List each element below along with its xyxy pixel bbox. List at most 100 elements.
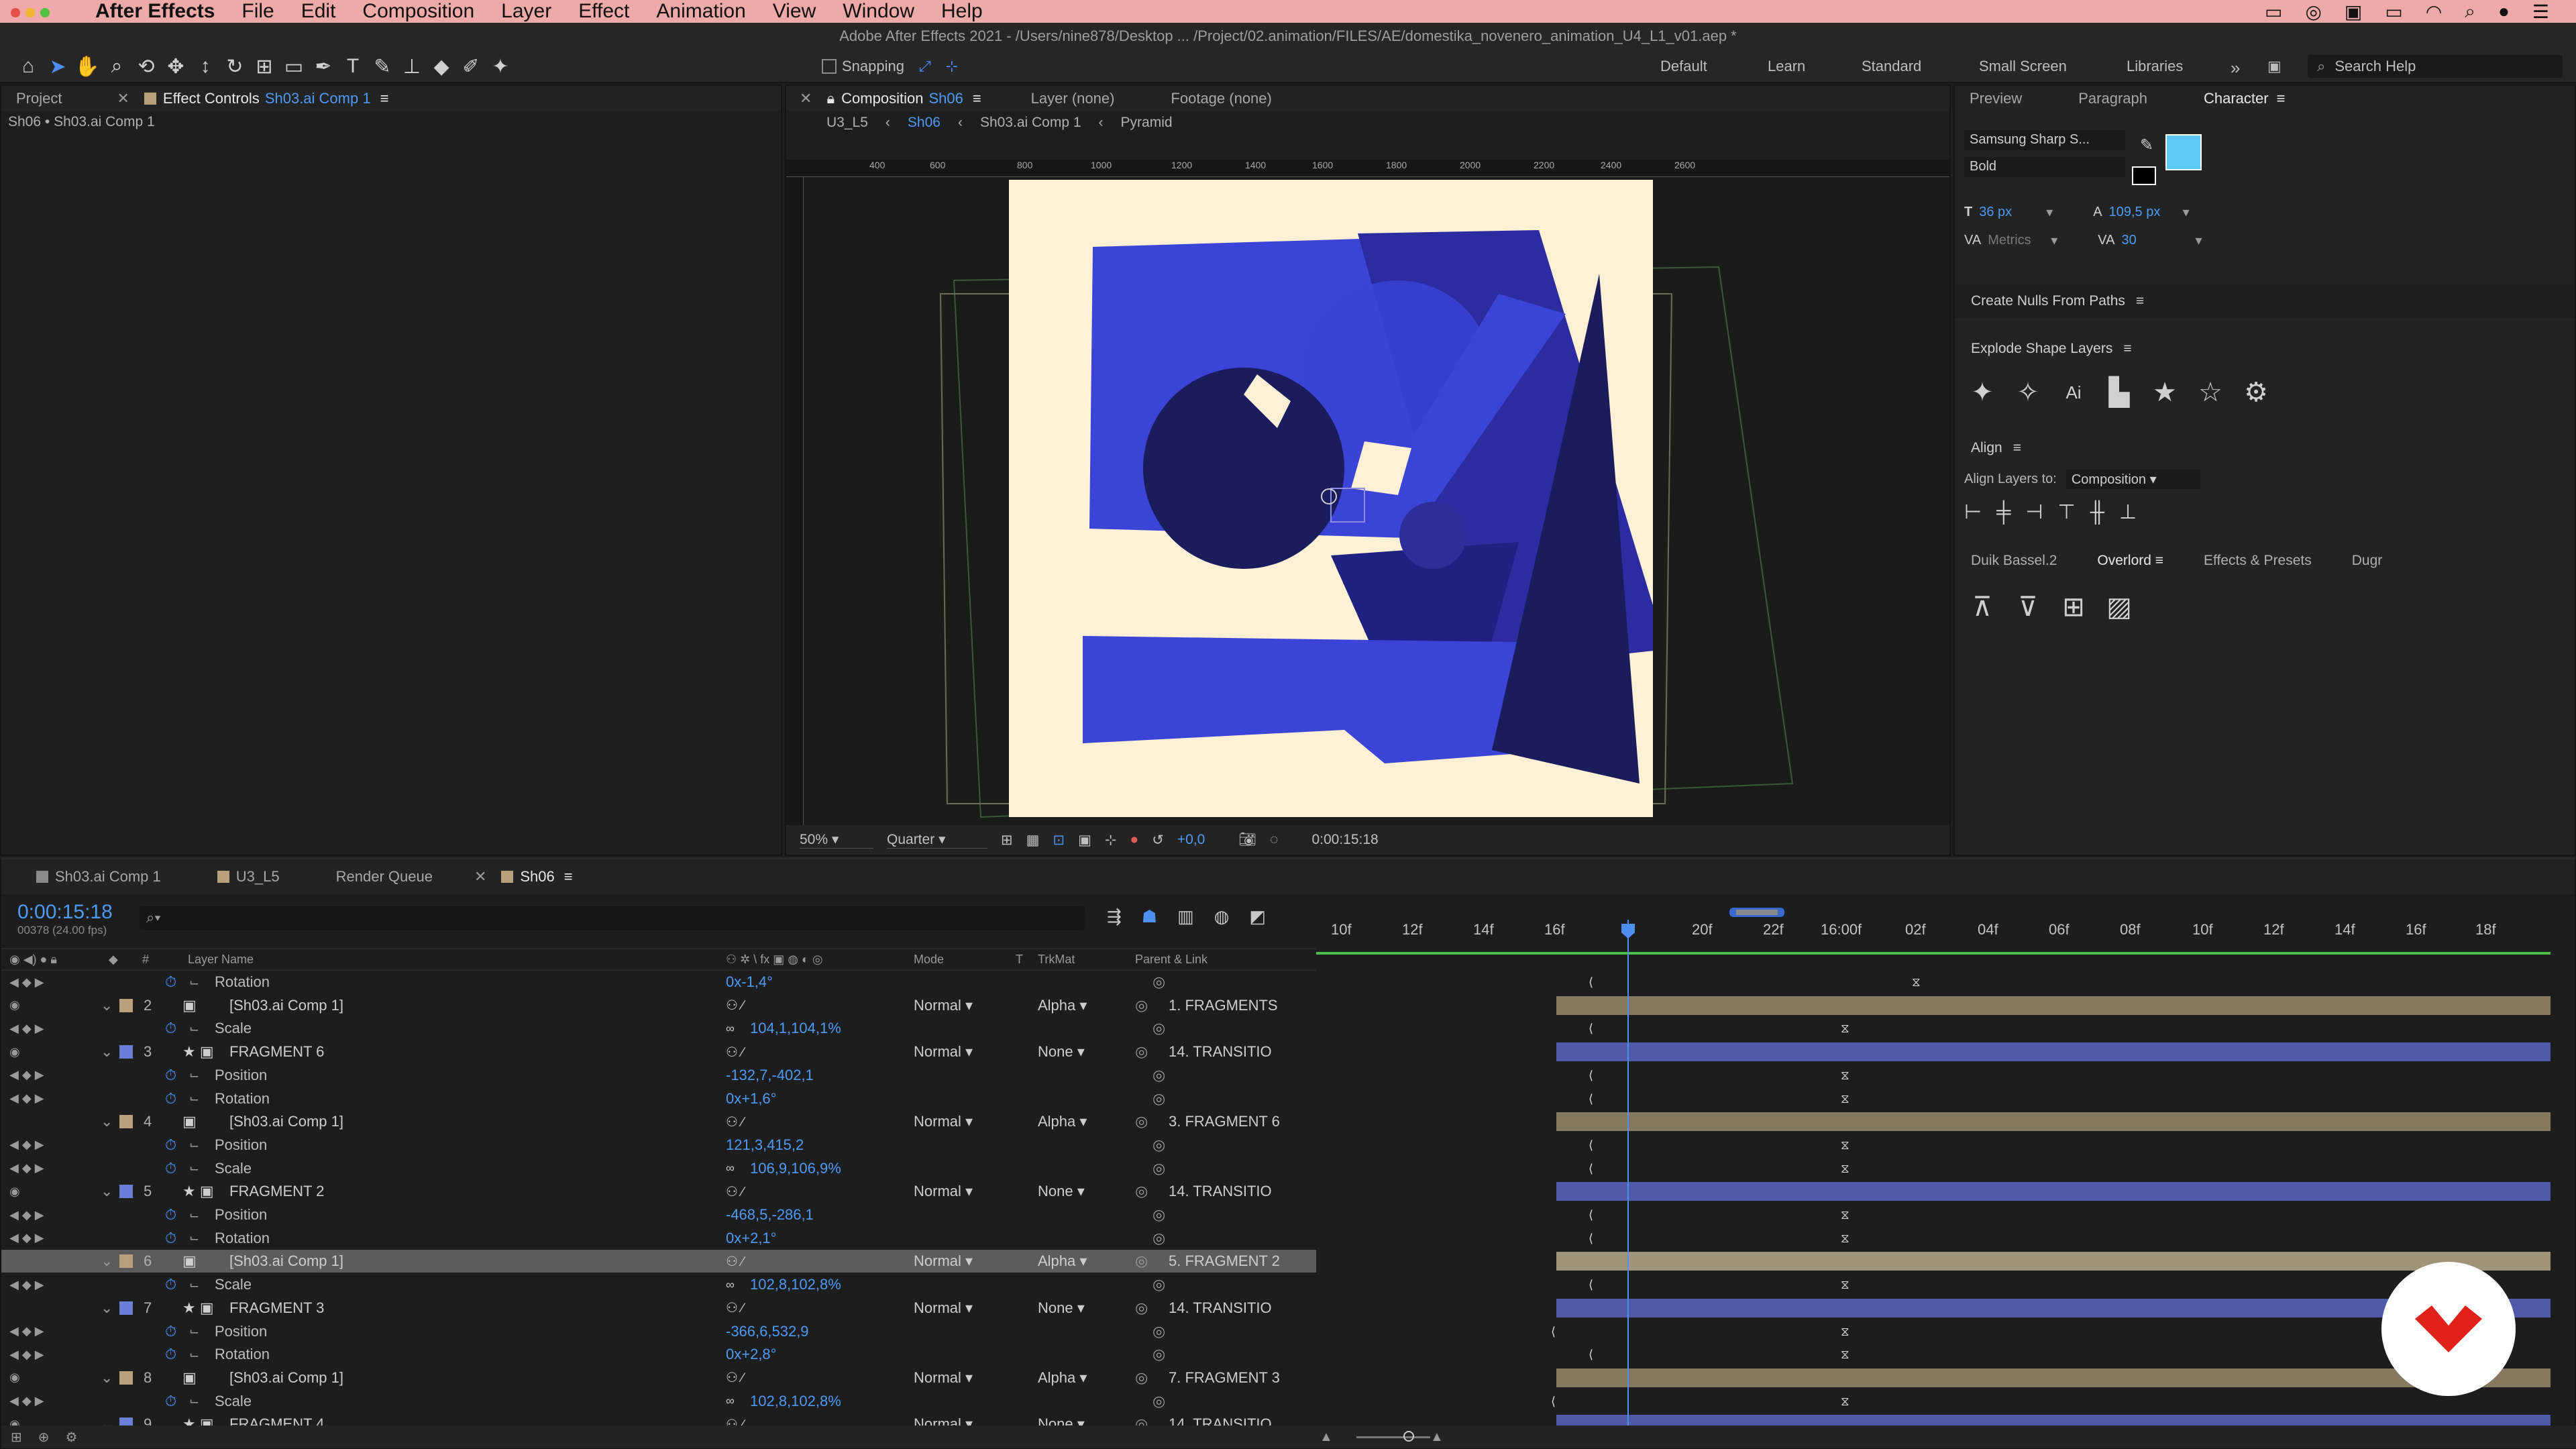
stopwatch-icon[interactable]: ⏱	[165, 1346, 176, 1363]
kerning-dropdown-icon[interactable]: ▾	[2051, 232, 2057, 249]
font-size-value[interactable]: 36 px	[1979, 205, 2039, 220]
motion-blur-icon[interactable]: ◍	[1214, 906, 1230, 927]
layer-row[interactable]: ⌄ 4 ▣ [Sh03.ai Comp 1] ⚇ ∕ Normal ▾ Alpha ▾ ◎ 3.…	[1, 1110, 2551, 1133]
property-row[interactable]: ◀ ◆ ▶ ⏱ ⌙ Position -468,5,-286,1 ◎ ⟨ ⧖	[1, 1203, 1849, 1226]
align-left-icon[interactable]: ⊢	[1964, 500, 1982, 524]
keyframe-easy-ease[interactable]: ⧖	[1841, 1022, 1850, 1034]
tab-overlord[interactable]: Overlord ≡	[2097, 553, 2163, 569]
keyframe-ease-in[interactable]: ⟨	[1589, 1348, 1598, 1360]
reset-exposure-icon[interactable]: ↺	[1152, 832, 1164, 849]
keyframe-navigator[interactable]: ◀ ◆ ▶	[1, 975, 68, 989]
keyframe-ease-in[interactable]: ⟨	[1589, 976, 1598, 988]
blend-mode-dropdown[interactable]: Normal ▾	[914, 1043, 1001, 1061]
keyframe-navigator[interactable]: ◀ ◆ ▶	[1, 1208, 68, 1222]
graph-icon[interactable]: ⌙	[189, 1348, 199, 1362]
keyframe-ease-in[interactable]: ⟨	[1589, 1232, 1598, 1244]
screen-icon[interactable]: ▭	[2265, 1, 2282, 23]
align-hcenter-icon[interactable]: ╪	[1996, 501, 2010, 524]
control-center-icon[interactable]: ☰	[2532, 1, 2549, 23]
explode-layer-icon[interactable]: ▙	[2101, 374, 2137, 411]
property-row[interactable]: ◀ ◆ ▶ ⏱ ⌙ Position -366,6,532,9 ◎ ⟨ ⧖	[1, 1320, 1849, 1343]
twirl-down-icon[interactable]: ⌄	[101, 1252, 113, 1270]
clone-stamp-tool-icon[interactable]: ⊥	[397, 52, 427, 81]
layer-row[interactable]: ⌄ 6 ▣ [Sh03.ai Comp 1] ⚇ ∕ Normal ▾ Alpha ▾ ◎ 5.…	[1, 1250, 2551, 1273]
font-size-dropdown-icon[interactable]: ▾	[2046, 204, 2053, 221]
panel-menu-icon[interactable]: ≡	[380, 90, 389, 107]
region-of-interest-icon[interactable]: ▣	[1078, 832, 1091, 849]
expression-pickwhip-icon[interactable]: ◎	[1152, 1020, 1165, 1037]
parent-dropdown[interactable]: 14. TRANSITIO	[1169, 1183, 1283, 1200]
layer-name[interactable]: FRAGMENT 6	[229, 1043, 324, 1061]
stopwatch-icon[interactable]: ⏱	[165, 1206, 176, 1224]
property-value[interactable]: -132,7,-402,1	[726, 1067, 814, 1084]
explode-sparkle-icon[interactable]: ✦	[1964, 374, 2000, 411]
align-top-icon[interactable]: ⊤	[2058, 500, 2076, 524]
layer-name[interactable]: [Sh03.ai Comp 1]	[229, 997, 343, 1014]
close-comp-tab-icon[interactable]: ✕	[800, 90, 812, 107]
playhead-line[interactable]	[1627, 920, 1629, 1430]
twirl-down-icon[interactable]: ⌄	[101, 1369, 113, 1387]
keyframe-ease-in[interactable]: ⟨	[1589, 1139, 1598, 1151]
character-menu-icon[interactable]: ≡	[2277, 90, 2286, 107]
leading-value[interactable]: 109,5 px	[2109, 205, 2176, 220]
property-value[interactable]: 102,8,102,8%	[750, 1276, 841, 1293]
frame-blending-icon[interactable]: ▥	[1177, 906, 1194, 927]
stopwatch-icon[interactable]: ⏱	[165, 1393, 176, 1410]
property-value[interactable]: 0x+2,1°	[726, 1230, 776, 1247]
twirl-down-icon[interactable]: ⌄	[101, 1183, 113, 1200]
gear-icon[interactable]: ⚙	[2238, 374, 2274, 411]
align-right-icon[interactable]: ⊣	[2025, 500, 2043, 524]
display-icon[interactable]: ▣	[2345, 1, 2362, 23]
keyframe-navigator[interactable]: ◀ ◆ ▶	[1, 1324, 68, 1338]
exposure-value[interactable]: +0,0	[1177, 832, 1205, 848]
parent-dropdown[interactable]: 3. FRAGMENT 6	[1169, 1113, 1283, 1130]
keyframe-ease-in[interactable]: ⟨	[1551, 1395, 1560, 1407]
close-tab-icon[interactable]: ✕	[474, 868, 486, 885]
keyframe-easy-ease[interactable]: ⧖	[1841, 1139, 1850, 1151]
time-ruler[interactable]: 10f 12f 14f 16f 20f 22f 16:00f 02f 04f 0…	[1316, 908, 2551, 948]
explode-ai-icon[interactable]: Ai	[2055, 374, 2092, 411]
workspace-default[interactable]: Default	[1660, 58, 1707, 75]
zoom-out-icon[interactable]: ▲	[1320, 1430, 1333, 1445]
close-tab-icon[interactable]: ✕	[117, 90, 129, 107]
battery-icon[interactable]: ▭	[2385, 1, 2402, 23]
keyframe-ease-in[interactable]: ⟨	[1589, 1069, 1598, 1081]
render-time-icon[interactable]: ⊞	[11, 1429, 22, 1446]
layer-duration-bar[interactable]	[1556, 996, 2551, 1015]
constrain-proportions-icon[interactable]: ∞	[726, 1278, 735, 1292]
keyframe-navigator[interactable]: ◀ ◆ ▶	[1, 1091, 68, 1106]
layer-switches[interactable]: ⚇ ∕	[726, 1183, 744, 1200]
comp-viewer[interactable]: 400 600 800 1000 1200 1400 1600 1800 200…	[786, 160, 1949, 825]
leading-dropdown-icon[interactable]: ▾	[2183, 204, 2190, 221]
tab-preview[interactable]: Preview	[1955, 86, 2037, 111]
expression-pickwhip-icon[interactable]: ◎	[1152, 1276, 1165, 1293]
graph-icon[interactable]: ⌙	[189, 975, 199, 989]
expression-pickwhip-icon[interactable]: ◎	[1152, 1393, 1165, 1410]
overlord-menu-icon[interactable]: ≡	[2155, 553, 2163, 568]
layer-switches[interactable]: ⚇ ∕	[726, 997, 744, 1014]
snap-features-icon[interactable]: ⊹	[946, 58, 958, 75]
graph-icon[interactable]: ⌙	[189, 1394, 199, 1408]
track-matte-dropdown[interactable]: None ▾	[1038, 1183, 1118, 1200]
tab-effects-presets[interactable]: Effects & Presets	[2204, 553, 2312, 569]
parent-dropdown[interactable]: 5. FRAGMENT 2	[1169, 1252, 1283, 1270]
stopwatch-icon[interactable]: ⏱	[165, 1230, 176, 1247]
mask-visibility-icon[interactable]: ⊡	[1053, 832, 1065, 849]
transparency-grid-icon[interactable]: ▦	[1026, 832, 1040, 849]
expression-pickwhip-icon[interactable]: ◎	[1152, 1090, 1165, 1108]
keyframe-navigator[interactable]: ◀ ◆ ▶	[1, 1138, 68, 1152]
grid-guides-icon[interactable]: ⊹	[1105, 832, 1117, 849]
layer-name[interactable]: [Sh03.ai Comp 1]	[229, 1369, 343, 1387]
parent-dropdown[interactable]: 14. TRANSITIO	[1169, 1043, 1283, 1061]
menu-layer[interactable]: Layer	[501, 0, 551, 23]
zoom-in-icon[interactable]: ▲	[1430, 1430, 1444, 1445]
parent-dropdown[interactable]: 7. FRAGMENT 3	[1169, 1369, 1283, 1387]
constrain-proportions-icon[interactable]: ∞	[726, 1161, 735, 1175]
tab-layer[interactable]: Layer (none)	[1016, 86, 1130, 111]
wifi-icon[interactable]: ◠	[2426, 1, 2442, 23]
layer-row[interactable]: ◉ ⌄ 5 ★ ▣ FRAGMENT 2 ⚇ ∕ Normal ▾ None ▾ ◎ 14. TR…	[1, 1180, 2551, 1203]
blend-mode-dropdown[interactable]: Normal ▾	[914, 1252, 1001, 1270]
eyedropper-icon[interactable]: ✎	[2140, 136, 2153, 155]
keyframe-navigator[interactable]: ◀ ◆ ▶	[1, 1161, 68, 1175]
menu-app-name[interactable]: After Effects	[95, 0, 215, 23]
